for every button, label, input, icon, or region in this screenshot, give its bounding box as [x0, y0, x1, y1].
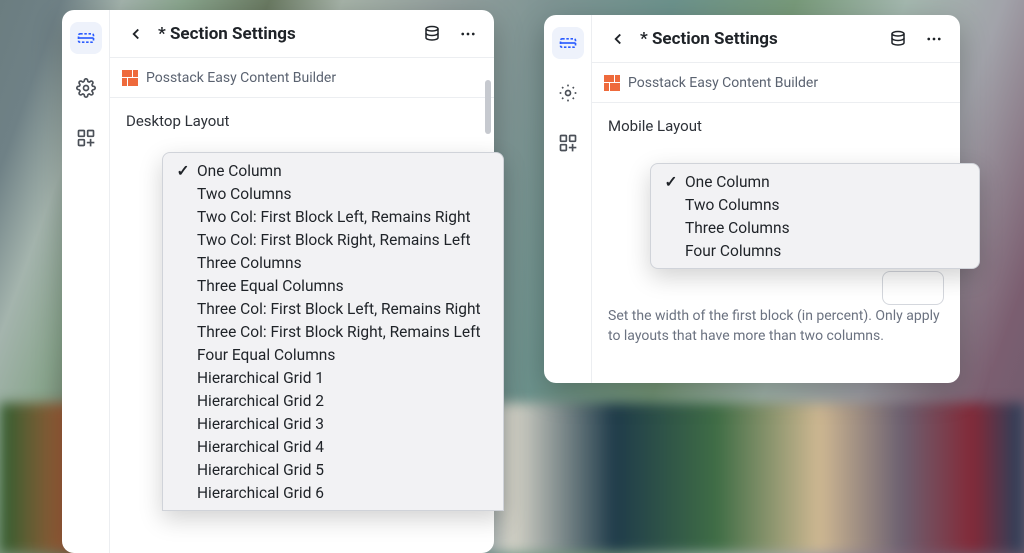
- dropdown-option[interactable]: Four Columns: [651, 239, 979, 262]
- check-icon: ✓: [175, 162, 191, 180]
- database-icon: [423, 25, 441, 43]
- section-icon: [76, 28, 96, 48]
- field-label-mobile-layout: Mobile Layout: [608, 117, 944, 135]
- desktop-layout-dropdown[interactable]: ✓ One Column Two Columns Two Col: First Blo…: [162, 152, 504, 511]
- rail-apps-button[interactable]: [552, 127, 584, 159]
- brand-label: Posstack Easy Content Builder: [146, 70, 336, 86]
- dropdown-option[interactable]: Two Columns: [651, 193, 979, 216]
- help-text: Set the width of the first block (in per…: [608, 307, 944, 346]
- panel-title: * Section Settings: [640, 29, 876, 49]
- dropdown-option[interactable]: Four Equal Columns: [163, 343, 503, 366]
- check-icon: ✓: [663, 173, 679, 191]
- dropdown-option-label: Three Columns: [197, 254, 302, 272]
- dropdown-option[interactable]: Three Equal Columns: [163, 274, 503, 297]
- dropdown-option[interactable]: Two Col: First Block Left, Remains Right: [163, 205, 503, 228]
- dropdown-option[interactable]: Three Columns: [651, 216, 979, 239]
- back-button[interactable]: [122, 20, 150, 48]
- dropdown-option-label: Hierarchical Grid 2: [197, 392, 324, 410]
- panel-title: * Section Settings: [158, 24, 410, 44]
- left-rail: [62, 10, 110, 553]
- dropdown-option-label: Hierarchical Grid 5: [197, 461, 324, 479]
- scrollbar-thumb[interactable]: [485, 80, 491, 134]
- back-button[interactable]: [604, 25, 632, 53]
- apps-icon: [76, 128, 96, 148]
- field-label-desktop-layout: Desktop Layout: [126, 112, 478, 130]
- dropdown-option-label: One Column: [197, 162, 282, 180]
- more-icon: [459, 25, 477, 43]
- chevron-left-icon: [609, 30, 627, 48]
- dropdown-option-label: Hierarchical Grid 3: [197, 415, 324, 433]
- chevron-left-icon: [127, 25, 145, 43]
- rail-apps-button[interactable]: [70, 122, 102, 154]
- database-icon: [889, 30, 907, 48]
- dropdown-option[interactable]: Hierarchical Grid 2: [163, 389, 503, 412]
- dropdown-option[interactable]: ✓ One Column: [651, 170, 979, 193]
- gear-icon: [76, 78, 96, 98]
- brand-row: Posstack Easy Content Builder: [110, 58, 494, 98]
- dropdown-option[interactable]: Hierarchical Grid 5: [163, 458, 503, 481]
- database-button[interactable]: [884, 25, 912, 53]
- dropdown-option-label: Four Columns: [685, 242, 781, 260]
- section-icon: [558, 33, 578, 53]
- dropdown-option[interactable]: Three Col: First Block Right, Remains Le…: [163, 320, 503, 343]
- dropdown-option-label: Three Col: First Block Right, Remains Le…: [197, 323, 481, 341]
- dropdown-option-label: Hierarchical Grid 4: [197, 438, 324, 456]
- dropdown-option[interactable]: Two Col: First Block Right, Remains Left: [163, 228, 503, 251]
- more-icon: [925, 30, 943, 48]
- dropdown-option-label: Hierarchical Grid 1: [197, 369, 324, 387]
- brand-icon: [604, 75, 620, 91]
- more-button[interactable]: [920, 25, 948, 53]
- dropdown-option-label: Hierarchical Grid 6: [197, 484, 324, 502]
- rail-section-button[interactable]: [552, 27, 584, 59]
- brand-icon: [122, 70, 138, 86]
- dropdown-option[interactable]: Hierarchical Grid 3: [163, 412, 503, 435]
- more-button[interactable]: [454, 20, 482, 48]
- rail-settings-button[interactable]: [70, 72, 102, 104]
- dropdown-option[interactable]: Hierarchical Grid 4: [163, 435, 503, 458]
- dropdown-option-label: Two Col: First Block Left, Remains Right: [197, 208, 471, 226]
- database-button[interactable]: [418, 20, 446, 48]
- panel-header: * Section Settings: [592, 15, 960, 63]
- dropdown-option-label: Two Columns: [197, 185, 292, 203]
- dropdown-option-label: One Column: [685, 173, 770, 191]
- left-rail: [544, 15, 592, 383]
- dropdown-option[interactable]: Three Columns: [163, 251, 503, 274]
- dropdown-option[interactable]: Two Columns: [163, 182, 503, 205]
- rail-section-button[interactable]: [70, 22, 102, 54]
- panel-mobile-layout: * Section Settings Posstack Easy Content…: [544, 15, 960, 383]
- panel-desktop-layout: * Section Settings Posstack Easy Content…: [62, 10, 494, 553]
- dropdown-option[interactable]: Three Col: First Block Left, Remains Rig…: [163, 297, 503, 320]
- dropdown-option-label: Three Col: First Block Left, Remains Rig…: [197, 300, 481, 318]
- dropdown-option-label: Three Equal Columns: [197, 277, 344, 295]
- first-block-width-input[interactable]: [882, 271, 944, 305]
- panel-header: * Section Settings: [110, 10, 494, 58]
- brand-row: Posstack Easy Content Builder: [592, 63, 960, 103]
- mobile-layout-dropdown[interactable]: ✓ One Column Two Columns Three Columns Four …: [650, 163, 980, 269]
- dropdown-option[interactable]: Hierarchical Grid 1: [163, 366, 503, 389]
- dropdown-option-label: Two Col: First Block Right, Remains Left: [197, 231, 471, 249]
- apps-icon: [558, 133, 578, 153]
- dropdown-option-label: Three Columns: [685, 219, 790, 237]
- dropdown-option-label: Four Equal Columns: [197, 346, 335, 364]
- gear-icon: [558, 83, 578, 103]
- rail-settings-button[interactable]: [552, 77, 584, 109]
- dropdown-option[interactable]: Hierarchical Grid 6: [163, 481, 503, 504]
- dropdown-option[interactable]: ✓ One Column: [163, 159, 503, 182]
- dropdown-option-label: Two Columns: [685, 196, 780, 214]
- brand-label: Posstack Easy Content Builder: [628, 75, 818, 91]
